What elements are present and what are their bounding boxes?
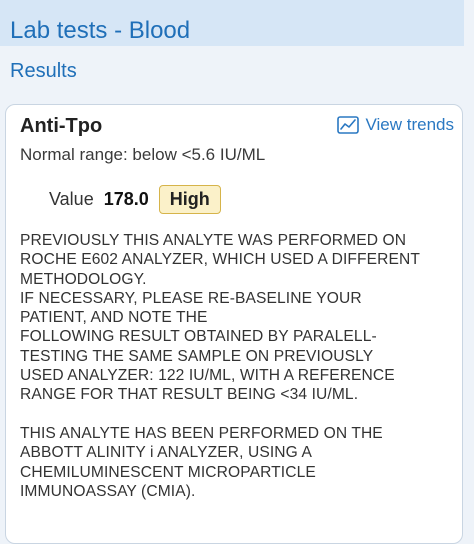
section-title: Results [10, 60, 77, 82]
normal-range: Normal range: below <5.6 IU/ML [20, 145, 266, 164]
comment-line: IMMUNOASSAY (CMIA). [20, 482, 196, 500]
comment-line: PATIENT, AND NOTE THE [20, 309, 208, 327]
comment-line: CHEMILUMINESCENT MICROPARTICLE [20, 463, 316, 481]
comment-line: RANGE FOR THAT RESULT BEING <34 IU/ML. [20, 386, 359, 404]
test-name: Anti-Tpo [20, 115, 103, 137]
comment-line: THIS ANALYTE HAS BEEN PERFORMED ON THE [20, 424, 383, 442]
result-value: 178.0 [103, 188, 149, 209]
result-comment: PREVIOUSLY THIS ANALYTE WAS PERFORMED ON… [20, 231, 460, 501]
comment-line: ABBOTT ALINITY i ANALYZER, USING A [20, 444, 312, 462]
result-card: Anti-Tpo View trends Normal range: below… [5, 104, 463, 544]
comment-line: PREVIOUSLY THIS ANALYTE WAS PERFORMED ON [20, 232, 407, 249]
view-trends-label: View trends [365, 115, 454, 134]
trend-chart-icon [337, 116, 360, 134]
page-title: Lab tests - Blood [10, 17, 191, 44]
comment-line: IF NECESSARY, PLEASE RE-BASELINE YOUR [20, 289, 362, 307]
comment-line: METHODOLOGY. [20, 270, 147, 288]
value-label: Value [49, 188, 94, 209]
view-trends-link[interactable]: View trends [337, 113, 454, 137]
comment-line: TESTING THE SAME SAMPLE ON PREVIOUSLY [20, 347, 374, 365]
value-row: Value 178.0 High [49, 183, 221, 215]
comment-line [20, 405, 460, 424]
comment-line: USED ANALYZER: 122 IU/ML, WITH A REFEREN… [20, 367, 395, 385]
comment-line: FOLLOWING RESULT OBTAINED BY PARALELL- [20, 328, 377, 346]
high-flag-badge: High [158, 184, 221, 214]
comment-line: ROCHE E602 ANALYZER, WHICH USED A DIFFER… [20, 251, 420, 269]
